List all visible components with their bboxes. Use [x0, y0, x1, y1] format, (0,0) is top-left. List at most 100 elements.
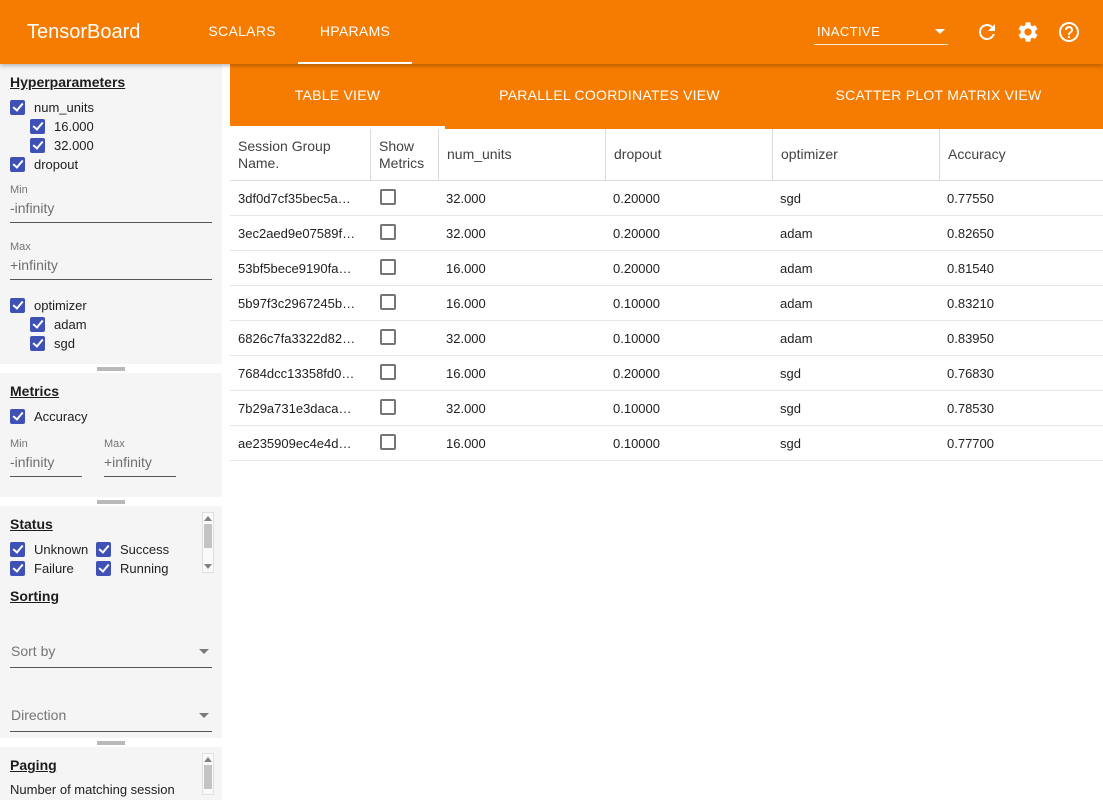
session-group-name: 5b97f3c2967245b… — [230, 296, 370, 311]
col-header-num-units[interactable]: num_units — [438, 129, 605, 180]
show-metrics-cell — [370, 189, 438, 208]
scroll-down-icon[interactable] — [204, 564, 212, 569]
show-metrics-checkbox[interactable] — [380, 259, 396, 275]
accuracy-cell: 0.83210 — [939, 296, 1103, 311]
reload-status-value: INACTIVE — [817, 24, 880, 39]
num-units-cell: 32.000 — [438, 401, 605, 416]
dropout-min-input[interactable] — [10, 196, 212, 223]
app-title: TensorBoard — [27, 21, 140, 44]
table-row: 3df0d7cf35bec5a… 32.000 0.20000 sgd 0.77… — [230, 181, 1103, 216]
tab-table-view[interactable]: TABLE VIEW — [230, 64, 445, 129]
status-running-checkbox[interactable] — [96, 561, 111, 576]
reload-status-dropdown[interactable]: INACTIVE — [814, 20, 948, 45]
scrollbar-thumb[interactable] — [204, 765, 212, 789]
col-header-session-group-name[interactable]: Session Group Name. — [230, 129, 370, 180]
optimizer-cell: adam — [772, 261, 939, 276]
scrollbar-thumb[interactable] — [204, 524, 212, 548]
dropout-cell: 0.20000 — [605, 261, 772, 276]
sort-by-value: Sort by — [11, 643, 55, 659]
col-header-show-metrics[interactable]: Show Metrics — [370, 129, 438, 180]
status-success-label: Success — [120, 542, 169, 557]
help-icon[interactable] — [1057, 20, 1081, 44]
top-toolbar: TensorBoard SCALARS HPARAMS INACTIVE — [0, 0, 1103, 64]
num-units-cell: 32.000 — [438, 191, 605, 206]
col-header-optimizer[interactable]: optimizer — [772, 129, 939, 180]
sort-by-dropdown[interactable]: Sort by — [10, 638, 212, 668]
show-metrics-checkbox[interactable] — [380, 329, 396, 345]
optimizer-cell: sgd — [772, 366, 939, 381]
optimizer-cell: adam — [772, 226, 939, 241]
metric-min-input[interactable] — [10, 450, 82, 477]
show-metrics-checkbox[interactable] — [380, 364, 396, 380]
direction-value: Direction — [11, 707, 66, 723]
metric-max-input[interactable] — [104, 450, 176, 477]
metric-minmax-fields: Min Max — [10, 428, 212, 477]
metric-row-accuracy: Accuracy — [10, 407, 212, 426]
accuracy-checkbox[interactable] — [10, 409, 25, 424]
paging-scrollbar[interactable] — [202, 753, 214, 795]
show-metrics-checkbox[interactable] — [380, 189, 396, 205]
status-pane: Status Unknown Success Failure — [0, 506, 222, 578]
num-units-cell: 32.000 — [438, 226, 605, 241]
show-metrics-checkbox[interactable] — [380, 399, 396, 415]
dropout-cell: 0.10000 — [605, 296, 772, 311]
refresh-icon[interactable] — [975, 20, 999, 44]
num-units-32-checkbox[interactable] — [30, 138, 45, 153]
tab-hparams[interactable]: HPARAMS — [298, 0, 412, 64]
num-units-checkbox[interactable] — [10, 100, 25, 115]
optimizer-sgd-checkbox[interactable] — [30, 336, 45, 351]
status-row-running: Running — [96, 559, 184, 578]
show-metrics-cell — [370, 364, 438, 383]
scroll-up-icon[interactable] — [204, 757, 212, 762]
scroll-up-icon[interactable] — [204, 516, 212, 521]
tab-scatter-plot-matrix-view[interactable]: SCATTER PLOT MATRIX VIEW — [774, 64, 1103, 129]
pane-resize-handle[interactable] — [0, 497, 222, 506]
optimizer-adam-label: adam — [54, 317, 87, 332]
num-units-label: num_units — [34, 100, 94, 115]
hparam-row-optimizer: optimizer — [10, 296, 212, 315]
dropout-max-input[interactable] — [10, 253, 212, 280]
num-units-16-checkbox[interactable] — [30, 119, 45, 134]
num-units-cell: 16.000 — [438, 296, 605, 311]
pane-resize-handle[interactable] — [0, 738, 222, 747]
content-area: Hyperparameters num_units 16.000 32.000 … — [0, 64, 1103, 800]
gear-icon[interactable] — [1016, 20, 1040, 44]
show-metrics-checkbox[interactable] — [380, 224, 396, 240]
status-row-success: Success — [96, 540, 184, 559]
num-units-16-label: 16.000 — [54, 119, 94, 134]
plugin-tabs: SCALARS HPARAMS — [186, 0, 412, 64]
tensorboard-app: TensorBoard SCALARS HPARAMS INACTIVE — [0, 0, 1103, 800]
show-metrics-checkbox[interactable] — [380, 434, 396, 450]
dropout-checkbox[interactable] — [10, 157, 25, 172]
status-failure-checkbox[interactable] — [10, 561, 25, 576]
dropout-max-label: Max — [10, 241, 212, 253]
tab-parallel-coordinates-view[interactable]: PARALLEL COORDINATES VIEW — [445, 64, 774, 129]
status-success-checkbox[interactable] — [96, 542, 111, 557]
session-group-name: 3df0d7cf35bec5a… — [230, 191, 370, 206]
num-units-cell: 16.000 — [438, 436, 605, 451]
show-metrics-cell — [370, 399, 438, 418]
main-view: TABLE VIEW PARALLEL COORDINATES VIEW SCA… — [230, 64, 1103, 800]
optimizer-checkbox[interactable] — [10, 298, 25, 313]
tab-scalars[interactable]: SCALARS — [186, 0, 297, 64]
show-metrics-cell — [370, 329, 438, 348]
accuracy-cell: 0.82650 — [939, 226, 1103, 241]
optimizer-label: optimizer — [34, 298, 87, 313]
session-groups-table: Session Group Name. Show Metrics num_uni… — [230, 129, 1103, 800]
optimizer-adam-checkbox[interactable] — [30, 317, 45, 332]
col-header-dropout[interactable]: dropout — [605, 129, 772, 180]
show-metrics-cell — [370, 259, 438, 278]
table-row: 53bf5bece9190fa… 16.000 0.20000 adam 0.8… — [230, 251, 1103, 286]
col-header-accuracy[interactable]: Accuracy — [939, 129, 1103, 180]
accuracy-cell: 0.77700 — [939, 436, 1103, 451]
direction-dropdown[interactable]: Direction — [10, 702, 212, 732]
pane-resize-handle[interactable] — [0, 364, 222, 373]
table-row: ae235909ec4e4d… 16.000 0.10000 sgd 0.777… — [230, 426, 1103, 461]
show-metrics-checkbox[interactable] — [380, 294, 396, 310]
hparam-value-row: sgd — [30, 334, 212, 353]
status-unknown-checkbox[interactable] — [10, 542, 25, 557]
status-scrollbar[interactable] — [202, 512, 214, 573]
hparam-value-row: 32.000 — [30, 136, 212, 155]
view-tabs: TABLE VIEW PARALLEL COORDINATES VIEW SCA… — [230, 64, 1103, 129]
sorting-heading: Sorting — [10, 588, 212, 604]
